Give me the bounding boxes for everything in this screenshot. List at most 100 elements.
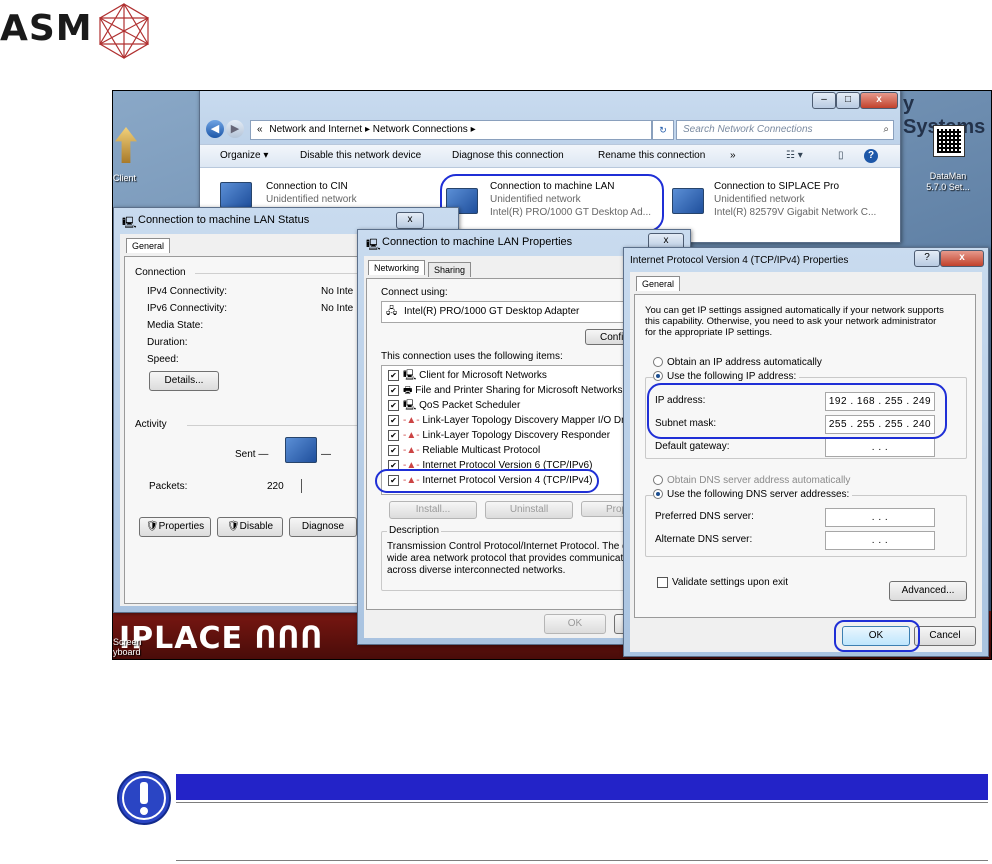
description-label: Description [387, 525, 442, 536]
connection-name: Connection to CIN [266, 181, 348, 192]
shield-icon: 🛡 [226, 521, 240, 532]
checkbox-checked[interactable]: ✔ [388, 429, 399, 441]
view-options-icon[interactable]: ☷ ▾ [786, 145, 803, 167]
checkbox-checked[interactable]: ✔ [388, 369, 399, 381]
connect-using-label: Connect using: [381, 287, 448, 298]
properties-ok-button[interactable]: OK [544, 614, 606, 634]
details-button[interactable]: Details... [149, 371, 219, 391]
dataman-icon[interactable] [933, 125, 965, 157]
highlight-oval [647, 383, 947, 439]
screen-keyboard-label-1: Screen [113, 637, 142, 647]
highlight-oval [834, 620, 920, 652]
properties-button[interactable]: 🛡Properties [139, 517, 211, 537]
network-connection-icon [220, 182, 252, 208]
tab-sharing[interactable]: Sharing [428, 262, 472, 277]
obtain-dns-auto-radio[interactable]: Obtain DNS server address automatically [653, 475, 850, 486]
maximize-button[interactable]: □ [836, 92, 860, 109]
validate-settings-label: Validate settings upon exit [672, 577, 789, 589]
list-item-label: Client for Microsoft Networks [419, 370, 547, 381]
desktop-icon-client-label[interactable]: Client [113, 173, 153, 183]
network-properties-icon: 🖳 [366, 239, 381, 251]
rename-connection-button[interactable]: Rename this connection [598, 145, 705, 167]
breadcrumb-network-and-internet[interactable]: Network and Internet [269, 124, 362, 135]
ipv4-close-button[interactable]: x [940, 250, 984, 267]
radio-selected[interactable] [653, 489, 663, 500]
screenshot-frame: IPLACE ՈՈՈ Screen yboard y Systems Clien… [112, 90, 992, 660]
connection-item-cin[interactable]: Connection to CIN Unidentified network [266, 180, 357, 206]
checkbox-checked[interactable]: ✔ [388, 399, 399, 411]
client-icon: 🖳 [403, 370, 420, 381]
uninstall-button[interactable]: Uninstall [485, 501, 573, 519]
protocol-icon: -▲- [403, 430, 423, 441]
refresh-icon[interactable]: ↻ [652, 120, 674, 140]
disable-button[interactable]: 🛡Disable [217, 517, 283, 537]
checkbox-unchecked[interactable] [657, 577, 668, 588]
cancel-button[interactable]: Cancel [914, 626, 976, 646]
ipv4-dialog-title: Internet Protocol Version 4 (TCP/IPv4) P… [630, 255, 849, 266]
connection-item-siplace-pro[interactable]: Connection to SIPLACE Pro Unidentified n… [714, 180, 876, 219]
use-following-ip-label: Use the following IP address: [667, 371, 797, 382]
minimize-button[interactable]: – [812, 92, 836, 109]
address-bar[interactable]: « Network and Internet ▸ Network Connect… [250, 120, 652, 140]
network-status-icon: 🖳 [122, 217, 137, 229]
status-dialog-title: Connection to machine LAN Status [138, 214, 310, 226]
ipv4-help-button[interactable]: ? [914, 250, 940, 267]
divider [301, 479, 302, 493]
ipv4-connectivity-value: No Inte [321, 286, 354, 297]
disable-device-button[interactable]: Disable this network device [300, 145, 421, 167]
back-arrow-icon[interactable]: ◀ [206, 120, 224, 138]
ipv6-connectivity-value: No Inte [321, 303, 354, 314]
use-following-ip-radio[interactable]: Use the following IP address: [653, 371, 800, 382]
radio-disabled[interactable] [653, 475, 663, 486]
preview-pane-icon[interactable]: ▯ [838, 145, 844, 167]
tab-networking[interactable]: Networking [368, 260, 426, 275]
checkbox-checked[interactable]: ✔ [388, 414, 399, 426]
validate-settings-checkbox[interactable]: Validate settings upon exit [657, 577, 788, 588]
more-commands-button[interactable]: » [730, 145, 736, 167]
status-close-button[interactable]: x [396, 212, 424, 229]
diagnose-button[interactable]: Diagnose [289, 517, 357, 537]
preferred-dns-field[interactable]: . . . [825, 508, 935, 527]
highlight-oval [440, 174, 664, 232]
diagnose-connection-button[interactable]: Diagnose this connection [452, 145, 564, 167]
divider [176, 860, 988, 861]
printer-icon: 🖶 [403, 385, 416, 396]
list-item-label: Link-Layer Topology Discovery Mapper I/O… [422, 415, 638, 426]
items-label: This connection uses the following items… [381, 351, 563, 362]
obtain-ip-auto-label: Obtain an IP address automatically [667, 357, 822, 368]
network-adapter-icon: 🖧 [386, 306, 398, 317]
radio-selected[interactable] [653, 371, 663, 382]
obtain-dns-auto-label: Obtain DNS server address automatically [667, 475, 851, 486]
activity-section-label: Activity [135, 419, 167, 430]
forward-arrow-icon[interactable]: ▶ [226, 120, 244, 138]
checkbox-checked[interactable]: ✔ [388, 444, 399, 456]
duration-label: Duration: [147, 337, 188, 348]
close-button[interactable]: x [860, 92, 898, 109]
default-gateway-field[interactable]: . . . [825, 438, 935, 457]
dataman-label-1[interactable]: DataMan [919, 171, 977, 182]
tab-general[interactable]: General [126, 238, 171, 253]
help-icon[interactable]: ? [864, 149, 878, 163]
divider [176, 802, 988, 803]
sent-label: Sent — [235, 449, 269, 460]
obtain-ip-auto-radio[interactable]: Obtain an IP address automatically [653, 357, 822, 368]
alternate-dns-field[interactable]: . . . [825, 531, 935, 550]
organize-menu[interactable]: Organize ▾ [220, 145, 268, 167]
tab-general[interactable]: General [636, 276, 681, 291]
breadcrumb-separator-icon: ▸ [364, 124, 373, 135]
list-item-label: File and Printer Sharing for Microsoft N… [415, 385, 623, 396]
adapter-name: Intel(R) PRO/1000 GT Desktop Adapter [403, 306, 580, 317]
search-input[interactable]: Search Network Connections ⌕ [676, 120, 894, 140]
activity-dash-icon: — [321, 449, 331, 460]
ipv4-tab-panel: You can get IP settings assigned automat… [634, 294, 976, 618]
alternate-dns-label: Alternate DNS server: [655, 534, 753, 545]
install-button[interactable]: Install... [389, 501, 477, 519]
checkbox-checked[interactable]: ✔ [388, 384, 399, 396]
radio-unselected[interactable] [653, 357, 663, 368]
dataman-label-2[interactable]: 5.7.0 Set... [919, 182, 977, 193]
ipv4-connectivity-label: IPv4 Connectivity: [147, 286, 228, 297]
breadcrumb-network-connections[interactable]: Network Connections [373, 124, 468, 135]
use-following-dns-radio[interactable]: Use the following DNS server addresses: [653, 489, 853, 500]
ipv6-connectivity-label: IPv6 Connectivity: [147, 303, 228, 314]
advanced-button[interactable]: Advanced... [889, 581, 967, 601]
